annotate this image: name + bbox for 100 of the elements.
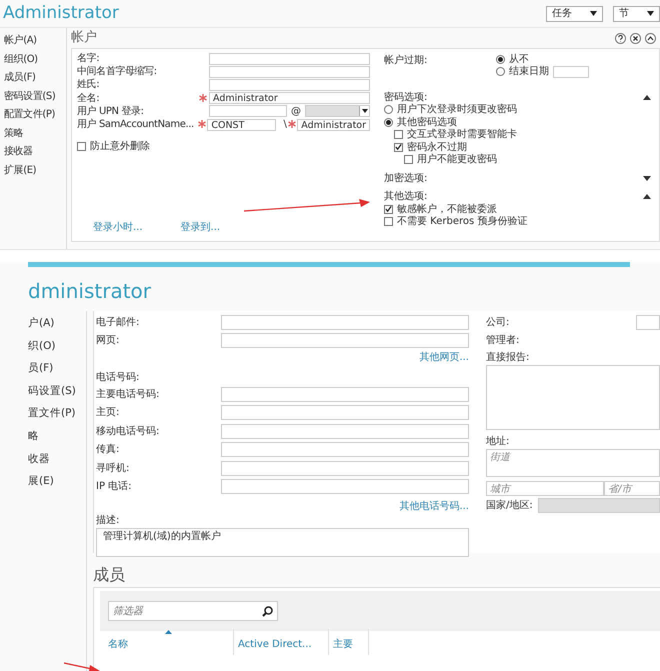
column-header[interactable]: Active Direct...: [234, 629, 329, 655]
field-label: 帐户过期:: [384, 54, 428, 68]
link[interactable]: 其他电话号码...: [399, 499, 469, 513]
expand-icon[interactable]: [643, 176, 651, 181]
radio-button[interactable]: [496, 67, 505, 76]
field-label: 国家/地区:: [486, 498, 534, 513]
input-field[interactable]: Administrator: [297, 118, 370, 131]
field-label: 网页:: [96, 334, 120, 348]
field-label: 描述:: [96, 514, 120, 528]
nav-item[interactable]: 配置文件(P): [4, 107, 66, 126]
nav-item[interactable]: 码设置(S): [28, 384, 86, 406]
field-label: 用户 UPN 登录:: [77, 104, 145, 118]
checkbox-label: 用户不能更改密码: [417, 152, 497, 168]
checkbox-label: 交互式登录时需要智能卡: [407, 128, 517, 142]
separator: \: [282, 118, 287, 132]
field-label: 中间名首字母缩写:: [77, 64, 158, 78]
close-icon[interactable]: [630, 32, 641, 44]
field-label: 传真:: [96, 442, 120, 458]
nav-item[interactable]: 展(E): [28, 474, 86, 497]
field-label: 名字:: [77, 52, 100, 66]
input-field[interactable]: [221, 424, 469, 439]
nav-item[interactable]: 帐户(A): [4, 33, 66, 52]
input-field[interactable]: [221, 479, 469, 494]
dropdown[interactable]: 任务: [546, 6, 603, 22]
input-field[interactable]: [636, 314, 660, 330]
checkbox-label: 不需要 Kerberos 预身份验证: [397, 215, 528, 230]
field-label: 公司:: [486, 316, 510, 330]
input-field[interactable]: [221, 405, 469, 420]
link[interactable]: 其他网页...: [419, 350, 469, 368]
annotation-arrow: [64, 662, 100, 671]
date-field[interactable]: [553, 66, 589, 78]
field-label: 寻呼机:: [96, 462, 130, 476]
field-label: 电子邮件:: [96, 316, 140, 330]
field-label: 用户 SamAccountName...: [77, 118, 195, 132]
description-field[interactable]: 管理计算机(域)的内置帐户: [96, 528, 469, 557]
checkbox[interactable]: [394, 142, 403, 152]
group-label: 加密选项:: [384, 172, 428, 186]
input-field[interactable]: [209, 78, 370, 91]
nav-item[interactable]: 户(A): [28, 316, 86, 339]
checkbox[interactable]: [384, 217, 393, 226]
filter-field[interactable]: 筛选器: [108, 601, 278, 621]
field-label: 管理者:: [486, 334, 520, 348]
nav-item[interactable]: 略: [28, 428, 86, 452]
checkbox-label: 敏感帐户，不能被委派: [397, 202, 497, 216]
nav-item[interactable]: 接收器: [4, 144, 66, 162]
radio-button[interactable]: [496, 54, 505, 64]
input-field[interactable]: [221, 460, 469, 476]
search-icon[interactable]: [262, 606, 273, 616]
field-label: 姓氏:: [77, 78, 100, 92]
field-label: 主页:: [96, 406, 120, 420]
nav-item[interactable]: 组织(O): [4, 52, 66, 70]
radio-label: 从不: [509, 52, 529, 66]
input-field[interactable]: [209, 66, 370, 78]
caret-icon[interactable]: [362, 109, 368, 114]
nav-item[interactable]: 织(O): [28, 338, 86, 362]
field-label: 全名:: [77, 92, 100, 106]
nav-item[interactable]: 密码设置(S): [4, 88, 66, 107]
input-field[interactable]: [209, 52, 370, 65]
checkbox[interactable]: [384, 204, 393, 214]
radio-label: 其他密码选项: [397, 116, 457, 128]
checkbox-label: 密码永不过期: [407, 140, 467, 154]
link[interactable]: 登录到...: [180, 220, 220, 235]
collapse-icon[interactable]: [645, 32, 656, 44]
nav-item[interactable]: 收器: [28, 452, 86, 474]
collapse-icon[interactable]: [643, 94, 651, 100]
input-field[interactable]: [221, 386, 469, 402]
column-header[interactable]: 主要: [329, 629, 369, 655]
nav-item[interactable]: 扩展(E): [4, 162, 66, 181]
input-field[interactable]: CONST: [207, 118, 276, 131]
field-label: 地址:: [486, 434, 510, 449]
section-title: 帐户: [71, 29, 97, 48]
checkbox[interactable]: [394, 130, 403, 140]
input-field[interactable]: Administrator: [209, 92, 370, 104]
city-field[interactable]: 城市: [486, 481, 604, 496]
nav-item[interactable]: 成员(F): [4, 70, 66, 88]
collapse-icon[interactable]: [643, 194, 651, 200]
group-label: 其他选项:: [384, 190, 428, 204]
nav-item[interactable]: 员(F): [28, 361, 86, 384]
caret-icon: [647, 11, 654, 16]
help-icon[interactable]: [615, 32, 626, 44]
nav-item[interactable]: 策略: [4, 126, 66, 144]
radio-label: 用户下次登录时须更改密码: [397, 102, 517, 116]
link[interactable]: 登录小时...: [93, 220, 143, 235]
field-label: 直接报告:: [486, 350, 530, 365]
input-field[interactable]: [221, 333, 469, 348]
column-header[interactable]: 名称: [104, 629, 234, 655]
input-field[interactable]: [209, 105, 287, 118]
checkbox[interactable]: [404, 155, 413, 164]
input-field[interactable]: [221, 314, 469, 330]
radio-button[interactable]: [384, 118, 393, 127]
window-title: dministrator: [27, 278, 152, 305]
checkbox[interactable]: [77, 142, 86, 152]
nav-item[interactable]: 置文件(P): [28, 406, 86, 429]
state-field[interactable]: 省/市: [604, 481, 660, 496]
input-field[interactable]: [221, 442, 469, 458]
window-title: Administrator: [2, 5, 119, 22]
radio-button[interactable]: [384, 105, 393, 114]
street-field[interactable]: 街道: [486, 449, 660, 477]
dropdown[interactable]: 节: [613, 6, 660, 22]
caret-icon: [590, 11, 597, 16]
